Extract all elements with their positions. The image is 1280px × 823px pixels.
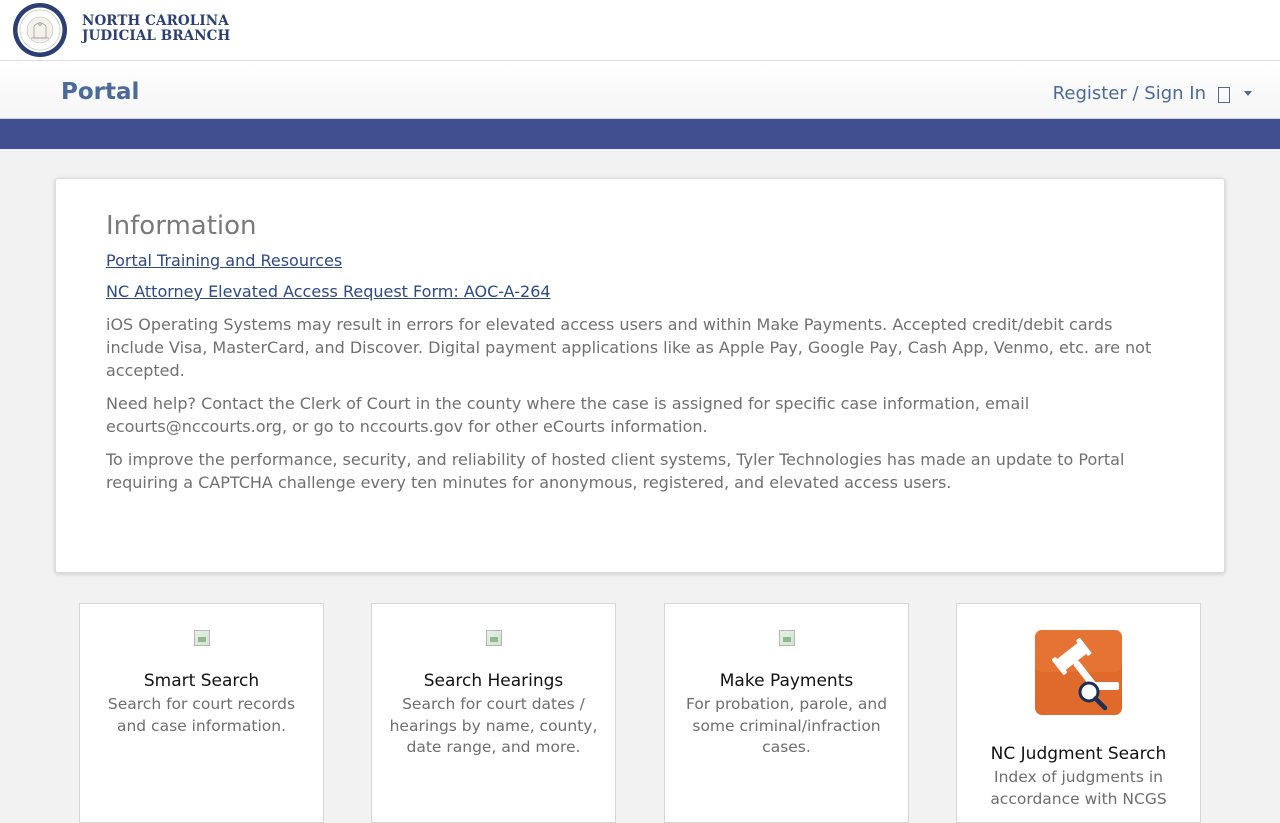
nc-judgment-search-tile[interactable]: NC Judgment Search Index of judgments in… xyxy=(956,603,1201,823)
gavel-search-icon xyxy=(1035,630,1122,715)
smart-search-tile[interactable]: Smart Search Search for court records an… xyxy=(79,603,324,823)
brand-line-2: JUDICIAL BRANCH xyxy=(82,28,231,44)
nc-judicial-seal-icon[interactable] xyxy=(12,2,68,58)
tile-description: For probation, parole, and some criminal… xyxy=(685,695,888,756)
register-sign-in-button[interactable]: Register / Sign In xyxy=(1053,83,1252,104)
portal-title[interactable]: Portal xyxy=(61,79,139,105)
portal-training-link[interactable]: Portal Training and Resources xyxy=(106,251,1174,270)
information-card: Information Portal Training and Resource… xyxy=(55,178,1225,573)
tile-title: Search Hearings xyxy=(423,671,564,691)
tile-description: Search for court dates / hearings by nam… xyxy=(389,695,598,756)
tile-description: Index of judgments in accordance with NC… xyxy=(990,768,1167,808)
brand-header: NORTH CAROLINA JUDICIAL BRANCH xyxy=(0,0,1280,60)
attorney-access-form-link[interactable]: NC Attorney Elevated Access Request Form… xyxy=(106,282,1174,301)
chevron-down-icon xyxy=(1244,91,1252,96)
portal-navbar: Portal Register / Sign In xyxy=(0,60,1280,119)
tile-title: NC Judgment Search xyxy=(990,744,1167,764)
broken-image-icon xyxy=(485,630,502,646)
brand-name[interactable]: NORTH CAROLINA JUDICIAL BRANCH xyxy=(82,14,230,44)
make-payments-tile[interactable]: Make Payments For probation, parole, and… xyxy=(664,603,909,823)
captcha-notice-text: To improve the performance, security, an… xyxy=(106,450,1125,492)
tile-description: Search for court records and case inform… xyxy=(107,695,296,735)
tile-title: Make Payments xyxy=(719,671,854,691)
sign-in-label: Register / Sign In xyxy=(1052,83,1206,104)
user-icon xyxy=(1218,86,1230,103)
broken-image-icon xyxy=(778,630,795,646)
header-stripe xyxy=(0,119,1280,149)
brand-line-1: NORTH CAROLINA xyxy=(82,13,229,29)
broken-image-icon xyxy=(193,630,210,646)
ios-notice-text: iOS Operating Systems may result in erro… xyxy=(106,315,1152,380)
tile-title: Smart Search xyxy=(143,671,260,691)
information-heading: Information xyxy=(106,211,257,241)
search-hearings-tile[interactable]: Search Hearings Search for court dates /… xyxy=(371,603,616,823)
help-contact-text: Need help? Contact the Clerk of Court in… xyxy=(106,394,1030,436)
